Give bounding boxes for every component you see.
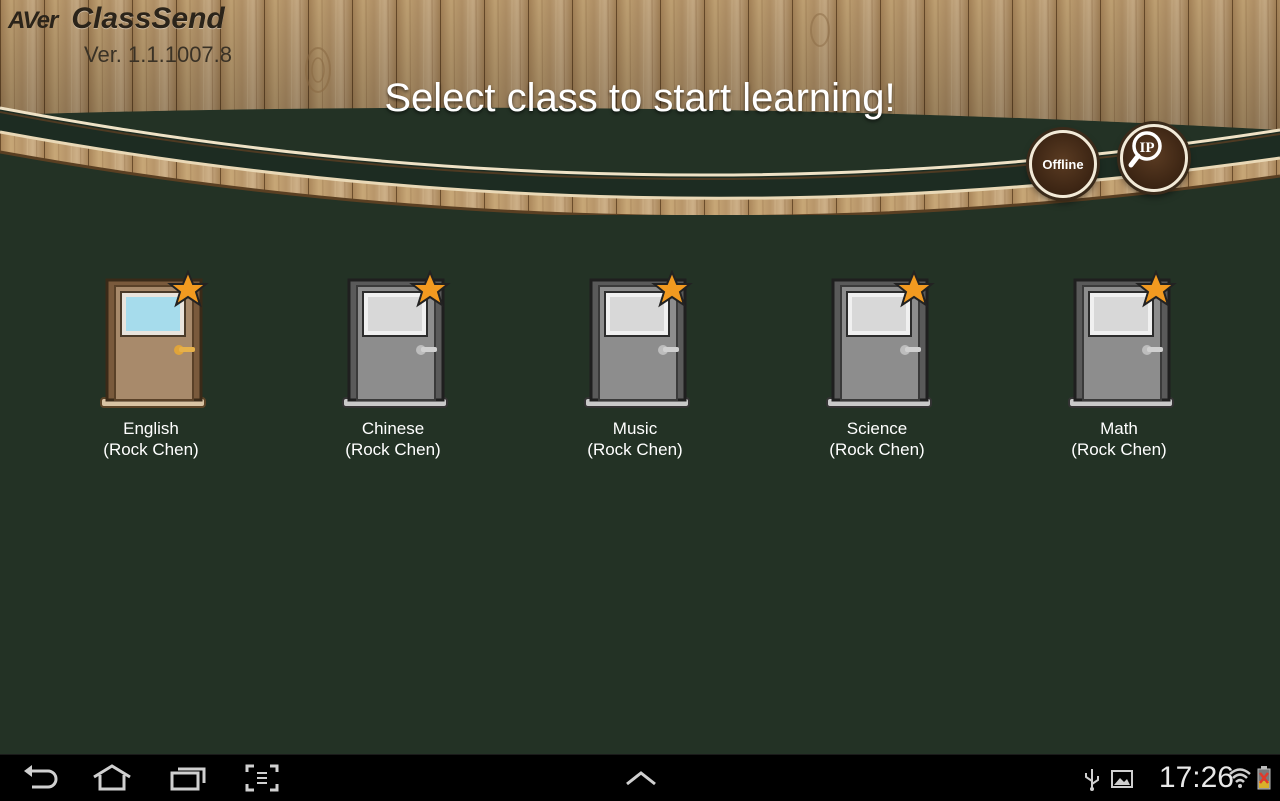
- class-item-chinese[interactable]: Chinese (Rock Chen): [308, 270, 478, 460]
- home-icon[interactable]: [90, 763, 134, 793]
- class-item-math[interactable]: Math (Rock Chen): [1034, 270, 1204, 460]
- screenshot-icon[interactable]: [244, 763, 280, 793]
- gallery-icon: [1111, 770, 1133, 788]
- door-icon: [100, 270, 209, 408]
- wooden-header: AVer ClassSend Ver. 1.1.1007.8 Select cla…: [0, 0, 1280, 215]
- door-icon: [342, 270, 451, 408]
- door-icon: [826, 270, 935, 408]
- ip-label: IP: [1140, 140, 1155, 156]
- class-owner: (Rock Chen): [587, 440, 683, 459]
- offline-label: Offline: [1042, 156, 1084, 172]
- wifi-icon: [1229, 768, 1251, 788]
- class-name: English: [123, 419, 179, 438]
- class-name: Music: [612, 419, 658, 438]
- class-name: Math: [1100, 419, 1138, 438]
- class-owner: (Rock Chen): [103, 440, 199, 459]
- class-item-english[interactable]: English (Rock Chen): [66, 270, 236, 460]
- class-item-science[interactable]: Science (Rock Chen): [792, 270, 962, 460]
- ip-search-button[interactable]: IP: [1120, 124, 1188, 192]
- page-title: Select class to start learning!: [384, 76, 896, 120]
- status-clock: 17:26: [1158, 761, 1234, 794]
- class-item-music[interactable]: Music (Rock Chen): [550, 270, 720, 460]
- class-name: Science: [846, 419, 908, 438]
- app-name: ClassSend: [71, 2, 225, 35]
- class-owner: (Rock Chen): [1071, 440, 1167, 459]
- usb-icon: [1085, 769, 1099, 791]
- system-navigation-bar: 17:26: [0, 754, 1280, 801]
- offline-button[interactable]: Offline: [1029, 130, 1097, 198]
- door-icon: [584, 270, 693, 408]
- app-logo: AVer ClassSend: [8, 2, 225, 36]
- door-icon: [1068, 270, 1177, 408]
- up-arrow-icon[interactable]: [624, 769, 658, 787]
- battery-icon: [1257, 766, 1271, 790]
- ip-search-icon: IP: [1128, 131, 1162, 168]
- recent-apps-icon[interactable]: [168, 763, 208, 793]
- class-name: Chinese: [361, 419, 425, 438]
- class-owner: (Rock Chen): [345, 440, 441, 459]
- brand-name: AVer: [8, 7, 58, 34]
- app-version: Ver. 1.1.1007.8: [84, 42, 233, 67]
- class-owner: (Rock Chen): [829, 440, 925, 459]
- back-icon[interactable]: [20, 763, 60, 793]
